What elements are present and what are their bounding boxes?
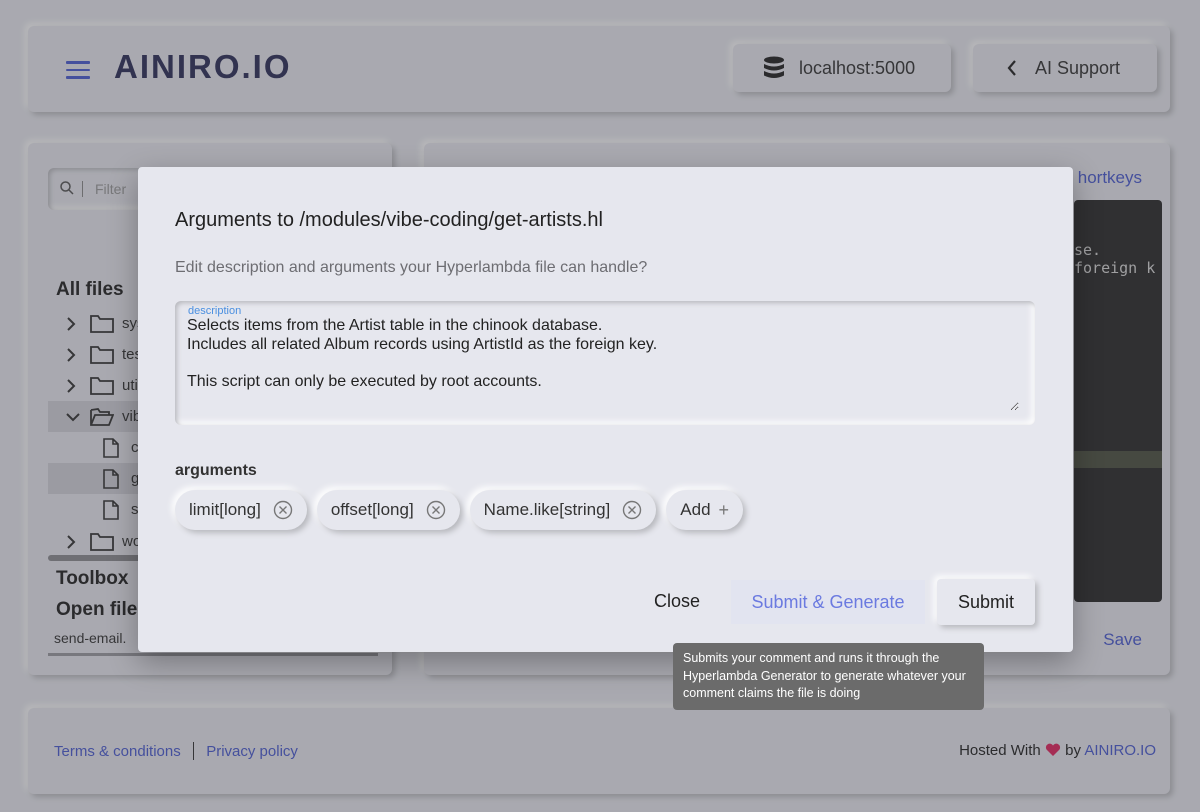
argument-label: Name.like[string] — [483, 500, 611, 519]
submit-generate-button[interactable]: Submit & Generate — [731, 580, 925, 624]
remove-circle-icon[interactable] — [622, 500, 642, 520]
dialog-subtitle: Edit description and arguments your Hype… — [175, 259, 648, 276]
plus-icon: + — [718, 499, 730, 520]
argument-label: limit[long] — [189, 500, 261, 519]
description-textarea[interactable] — [187, 317, 1019, 411]
argument-label: offset[long] — [330, 500, 414, 519]
tooltip: Submits your comment and runs it through… — [673, 643, 984, 710]
argument-chip[interactable]: offset[long] — [316, 490, 460, 530]
arguments-list: limit[long] offset[long] Name.like[strin… — [175, 490, 744, 530]
close-button[interactable]: Close — [654, 591, 700, 612]
description-field: description — [175, 301, 1035, 425]
submit-button[interactable]: Submit — [937, 579, 1035, 625]
add-argument-button[interactable]: Add + — [666, 490, 744, 530]
add-label: Add — [680, 500, 711, 519]
description-label: description — [188, 305, 242, 317]
arguments-title: arguments — [175, 462, 257, 479]
arguments-dialog: Arguments to /modules/vibe-coding/get-ar… — [138, 167, 1073, 652]
remove-circle-icon[interactable] — [426, 500, 446, 520]
argument-chip[interactable]: Name.like[string] — [469, 490, 657, 530]
remove-circle-icon[interactable] — [273, 500, 293, 520]
dialog-title: Arguments to /modules/vibe-coding/get-ar… — [175, 209, 603, 231]
argument-chip[interactable]: limit[long] — [175, 490, 307, 530]
